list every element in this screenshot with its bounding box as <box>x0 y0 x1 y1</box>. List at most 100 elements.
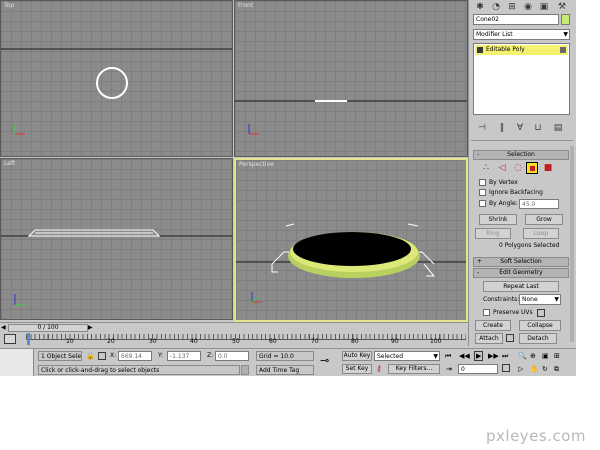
modifier-list-dropdown[interactable]: Modifier List ▼ <box>473 29 570 40</box>
y-coordinate-field[interactable]: -1.137 <box>167 351 201 361</box>
go-to-end-icon[interactable]: ⏭ <box>502 352 508 361</box>
attach-button[interactable]: Attach <box>475 333 503 344</box>
by-vertex-checkbox[interactable]: By Vertex <box>479 179 518 186</box>
stack-toggle-icon[interactable] <box>560 47 566 53</box>
z-coordinate-field[interactable]: 0.0 <box>215 351 249 361</box>
shrink-button[interactable]: Shrink <box>479 214 517 225</box>
object-color-swatch[interactable] <box>561 14 570 25</box>
add-time-tag[interactable]: Add Time Tag <box>256 365 314 375</box>
constraints-arrow-icon: ▼ <box>554 296 559 303</box>
modify-tab-icon[interactable]: ◔ <box>489 1 503 13</box>
zoom-all-icon[interactable]: ⊕ <box>530 352 536 360</box>
remove-modifier-icon[interactable]: ⊔ <box>531 122 545 134</box>
show-end-result-icon[interactable]: ‖ <box>495 122 509 134</box>
lock-selection-icon[interactable]: 🔒 <box>86 352 95 360</box>
constraints-dropdown[interactable]: None ▼ <box>519 294 561 305</box>
x-coordinate-field[interactable]: 669.14 <box>118 351 152 361</box>
selection-count: 1 Object Sele <box>38 351 82 361</box>
make-unique-icon[interactable]: ∀ <box>513 122 527 134</box>
object-name-field[interactable]: Cone02 <box>473 14 559 25</box>
current-frame-field[interactable]: 0 <box>458 364 498 374</box>
time-slider-next-icon[interactable]: ▶ <box>88 324 93 331</box>
fov-icon[interactable]: ▷ <box>518 365 523 373</box>
repeat-last-button[interactable]: Repeat Last <box>483 281 559 292</box>
viewport-top-canvas <box>1 48 232 135</box>
selection-rollout-header[interactable]: - Selection <box>473 150 569 160</box>
soft-selection-rollout-header[interactable]: + Soft Selection <box>473 257 569 267</box>
track-bar-icon[interactable] <box>4 334 16 344</box>
x-label: X: <box>110 352 117 359</box>
display-tab-icon[interactable]: ▣ <box>537 1 551 13</box>
key-icon[interactable]: ⚷ <box>376 364 382 373</box>
utilities-tab-icon[interactable]: ⚒ <box>555 1 569 13</box>
prompt-line: Click or click-and-drag to select object… <box>38 365 240 375</box>
next-frame-icon[interactable]: ▶▶ <box>488 352 499 360</box>
by-angle-label: By Angle: <box>489 200 518 207</box>
ignore-backfacing-label: Ignore Backfacing <box>489 189 543 196</box>
polygon-mode-icon[interactable] <box>526 162 538 174</box>
prompt-scroll[interactable] <box>241 365 249 375</box>
auto-key-button[interactable]: Auto Key <box>342 351 372 361</box>
set-key-mode-icon[interactable]: ⊸ <box>320 354 329 367</box>
loop-button[interactable]: Loop <box>523 228 559 239</box>
edit-geometry-rollout-header[interactable]: - Edit Geometry <box>473 268 569 278</box>
preserve-uvs-label: Preserve UVs <box>493 309 533 316</box>
viewport-left-canvas <box>1 229 232 306</box>
create-tab-icon[interactable]: ✱ <box>473 1 487 13</box>
attach-settings-icon[interactable] <box>506 334 514 342</box>
element-mode-icon[interactable]: ■ <box>541 162 555 174</box>
configure-sets-icon[interactable]: ▤ <box>551 122 565 134</box>
key-filters-button[interactable]: Key Filters... <box>388 364 440 374</box>
zoom-extents-all-icon[interactable]: ⊞ <box>554 352 560 360</box>
dropdown-arrow-icon: ▼ <box>563 31 568 38</box>
create-button[interactable]: Create <box>475 320 511 331</box>
zoom-icon[interactable]: 🔍 <box>518 352 527 360</box>
stack-item-editable-poly[interactable]: Editable Poly <box>475 45 568 55</box>
3dsmax-window: Top Front Left Perspective ✱ ◔ ⊞ ◉ ▣ ⚒ C… <box>0 0 576 376</box>
tick-40: 40 <box>190 338 198 345</box>
border-mode-icon[interactable]: ◌ <box>511 162 525 174</box>
ring-button[interactable]: Ring <box>475 228 511 239</box>
viewport-perspective-canvas <box>236 223 466 303</box>
time-slider-prev-icon[interactable]: ◀ <box>1 324 6 331</box>
edge-mode-icon[interactable]: ◁ <box>495 162 509 174</box>
soft-selection-title: Soft Selection <box>500 258 542 265</box>
viewport-front[interactable]: Front <box>234 0 468 157</box>
key-mode-icon[interactable]: ⇥ <box>446 365 452 373</box>
play-icon[interactable]: ▶ <box>474 351 484 361</box>
maxscript-listener[interactable] <box>0 349 34 376</box>
preserve-uvs-settings-icon[interactable] <box>537 309 545 317</box>
time-config-icon[interactable] <box>502 364 510 372</box>
tick-90: 90 <box>391 338 399 345</box>
zoom-extents-icon[interactable]: ▣ <box>542 352 549 360</box>
viewport-perspective[interactable]: Perspective <box>234 158 468 322</box>
set-key-button[interactable]: Set Key <box>342 364 372 374</box>
orbit-icon[interactable]: ↻ <box>542 365 548 373</box>
ignore-backfacing-checkbox[interactable]: Ignore Backfacing <box>479 189 543 196</box>
viewport-left[interactable]: Left <box>0 158 233 320</box>
motion-tab-icon[interactable]: ◉ <box>521 1 535 13</box>
stack-expand-icon[interactable] <box>477 47 483 53</box>
panel-scrollbar[interactable] <box>570 146 574 342</box>
track-time-marker[interactable] <box>27 333 30 345</box>
maximize-viewport-icon[interactable]: ⧉ <box>554 365 559 374</box>
angle-spinner[interactable]: 45.0 <box>519 199 559 209</box>
pin-stack-icon[interactable]: ⊣ <box>475 122 489 134</box>
pan-icon[interactable]: ✋ <box>530 365 539 373</box>
tick-30: 30 <box>149 338 157 345</box>
tick-70: 70 <box>311 338 319 345</box>
watermark-text: pxleyes.com <box>486 427 587 445</box>
time-slider-thumb[interactable]: 0 / 100 <box>8 324 88 332</box>
preserve-uvs-checkbox[interactable]: Preserve UVs <box>483 309 533 316</box>
by-angle-checkbox[interactable]: By Angle: <box>479 200 518 207</box>
absolute-mode-icon[interactable] <box>98 352 106 360</box>
viewport-top[interactable]: Top <box>0 0 233 157</box>
detach-button[interactable]: Detach <box>519 333 557 344</box>
previous-frame-icon[interactable]: ◀◀ <box>459 352 470 360</box>
vertex-mode-icon[interactable]: ∴ <box>479 162 493 174</box>
go-to-start-icon[interactable]: ⏮ <box>445 352 451 361</box>
grow-button[interactable]: Grow <box>525 214 563 225</box>
selected-dropdown[interactable]: Selected ▼ <box>374 351 440 361</box>
hierarchy-tab-icon[interactable]: ⊞ <box>505 1 519 13</box>
collapse-button[interactable]: Collapse <box>519 320 561 331</box>
